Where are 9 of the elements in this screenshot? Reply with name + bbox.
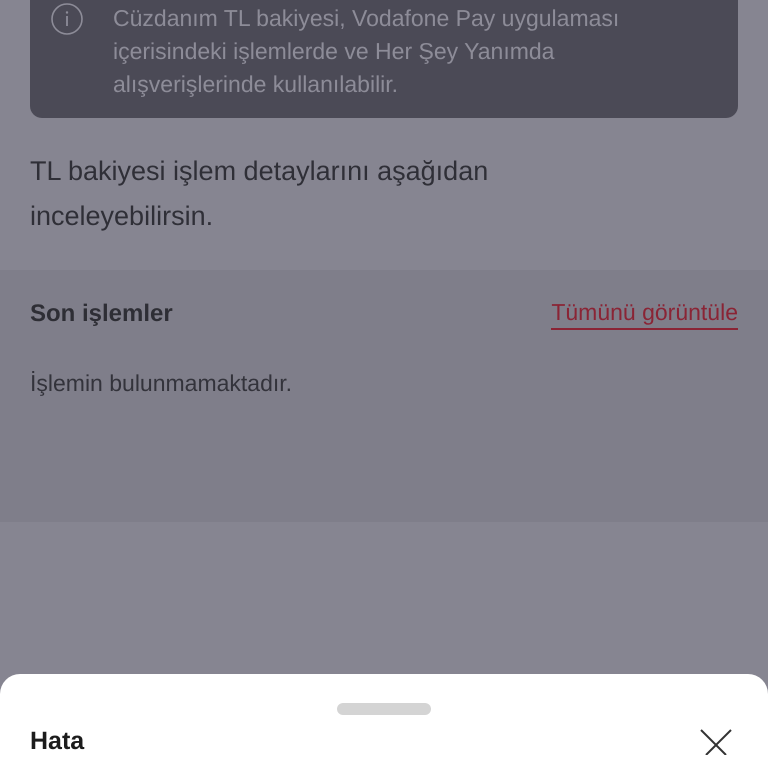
sheet-title: Hata — [30, 727, 84, 755]
section-title: Son işlemler — [30, 299, 173, 329]
info-icon — [51, 3, 83, 35]
view-all-link[interactable]: Tümünü görüntüle — [551, 298, 738, 330]
drag-handle[interactable] — [337, 703, 431, 715]
description-text: TL bakiyesi işlem detaylarını aşağıdan inceleyebilirsin. — [30, 155, 490, 233]
close-icon[interactable] — [700, 729, 732, 755]
empty-message: İşlemin bulunmamaktadır. — [30, 369, 294, 398]
info-text: Cüzdanım TL bakiyesi, Vodafone Pay uygulaması içerisindeki işlemlerde ve Her Şey Yanımda alışverişlerinde kullanılabilir. — [113, 4, 620, 99]
